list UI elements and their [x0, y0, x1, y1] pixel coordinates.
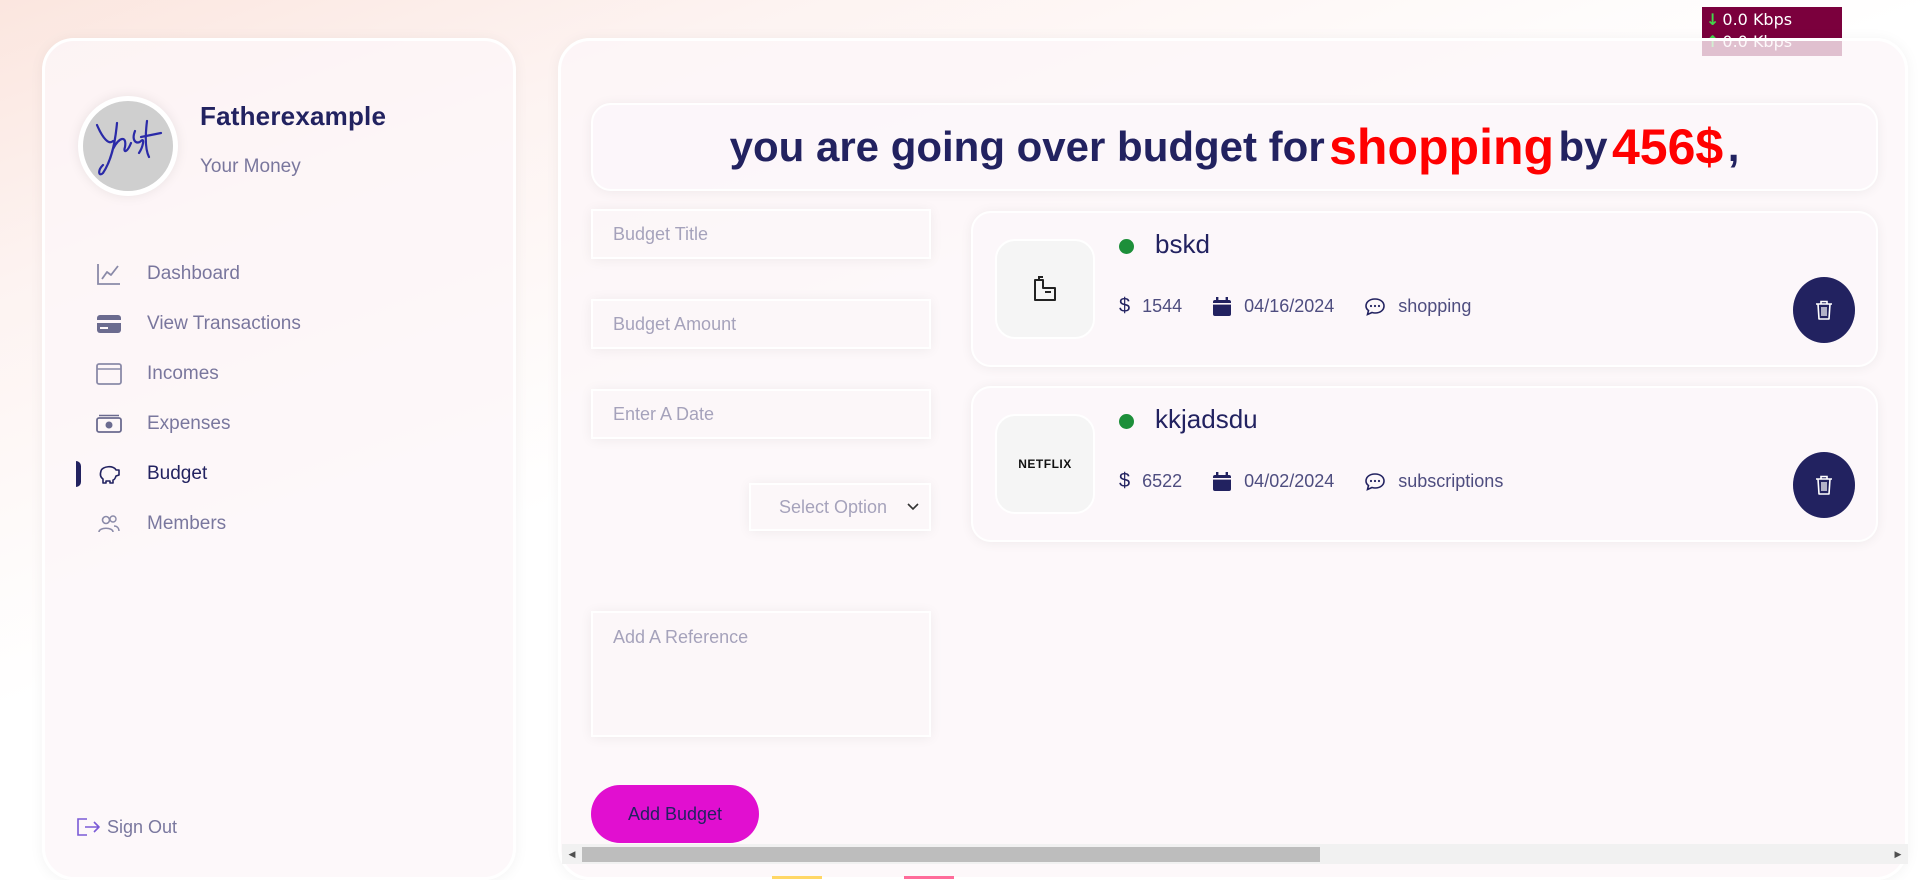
budget-item-category: subscriptions — [1398, 471, 1504, 491]
budget-category-group: subscriptions — [1364, 471, 1503, 492]
budget-item-amount: 1544 — [1142, 296, 1183, 316]
budget-amount-group: $ 6522 — [1119, 470, 1182, 493]
shopping-bag-icon — [995, 239, 1095, 339]
wallet-icon — [95, 360, 123, 388]
reference-textarea[interactable] — [591, 611, 931, 737]
sidebar-item-budget[interactable]: Budget — [45, 449, 513, 499]
status-dot — [1119, 239, 1134, 254]
banner-amount: 456$ — [1612, 119, 1724, 175]
dollar-icon: $ — [1119, 295, 1131, 317]
chevron-down-icon — [907, 503, 919, 511]
banner-middle: by — [1558, 123, 1608, 170]
download-speed: 0.0 Kbps — [1722, 10, 1793, 29]
budget-item-date: 04/16/2024 — [1244, 296, 1335, 316]
budget-amount-group: $ 1544 — [1119, 295, 1182, 318]
budget-date-input[interactable] — [591, 389, 931, 439]
calendar-icon — [1212, 471, 1232, 492]
sidebar-item-label: View Transactions — [147, 313, 301, 334]
sidebar-item-members[interactable]: Members — [45, 499, 513, 549]
avatar — [78, 96, 178, 196]
sidebar-item-incomes[interactable]: Incomes — [45, 349, 513, 399]
trash-icon — [1816, 300, 1832, 320]
sign-out-icon — [77, 818, 100, 836]
sidebar-item-view-transactions[interactable]: View Transactions — [45, 299, 513, 349]
horizontal-scrollbar[interactable]: ◀ ▶ — [562, 844, 1908, 864]
budget-date-group: 04/16/2024 — [1212, 296, 1334, 317]
scroll-left-arrow-icon[interactable]: ◀ — [564, 844, 580, 864]
budget-item-title: bskd — [1155, 229, 1210, 259]
sidebar-item-label: Members — [147, 513, 227, 534]
sign-out-button[interactable]: Sign Out — [75, 816, 177, 838]
category-select[interactable]: Select Option — [749, 483, 931, 531]
category-select-label: Select Option — [778, 496, 887, 517]
banner-category: shopping — [1329, 119, 1555, 175]
budget-item-meta: $ 6522 04/02/2024 subscriptions — [1119, 470, 1533, 493]
delete-budget-button[interactable] — [1793, 277, 1855, 343]
dollar-icon: $ — [1119, 470, 1131, 492]
sign-out-label: Sign Out — [107, 816, 178, 837]
budget-title-input[interactable] — [591, 209, 931, 259]
main-panel: you are going over budget for shopping b… — [558, 38, 1908, 880]
budget-item-amount: 6522 — [1142, 471, 1183, 491]
credit-card-icon — [95, 310, 123, 338]
budget-category-group: shopping — [1364, 296, 1471, 317]
trash-icon — [1816, 475, 1832, 495]
banner-prefix: you are going over budget for — [729, 123, 1325, 170]
chart-line-icon — [95, 260, 123, 288]
download-speed-row: ↓ 0.0 Kbps — [1706, 9, 1838, 31]
banner-suffix: , — [1727, 123, 1740, 170]
sidebar: Fatherexample Your Money Dashboard View … — [42, 38, 516, 880]
profile-subtitle: Your Money — [200, 156, 301, 177]
budget-date-group: 04/02/2024 — [1212, 471, 1334, 492]
sidebar-item-label: Incomes — [147, 363, 219, 384]
comment-icon — [1364, 472, 1386, 492]
budget-item-title: kkjadsdu — [1155, 404, 1258, 434]
status-dot — [1119, 414, 1134, 429]
money-bill-icon — [95, 410, 123, 438]
sidebar-item-label: Budget — [147, 463, 208, 484]
download-arrow-icon: ↓ — [1706, 10, 1720, 29]
profile-text: Fatherexample Your Money — [200, 101, 386, 178]
sidebar-item-dashboard[interactable]: Dashboard — [45, 249, 513, 299]
calendar-icon — [1212, 296, 1232, 317]
legend-swatch — [904, 876, 954, 879]
legend-swatch — [772, 876, 822, 879]
budget-warning-banner: you are going over budget for shopping b… — [591, 103, 1878, 191]
budget-item-meta: $ 1544 04/16/2024 shopping — [1119, 295, 1501, 318]
budget-item-category: shopping — [1398, 296, 1472, 316]
piggy-bank-icon — [95, 460, 123, 488]
comment-icon — [1364, 297, 1386, 317]
signature-image — [95, 119, 163, 176]
profile-name: Fatherexample — [200, 101, 387, 131]
sidebar-item-label: Dashboard — [147, 263, 240, 284]
delete-budget-button[interactable] — [1793, 452, 1855, 518]
scrollbar-thumb[interactable] — [582, 847, 1320, 862]
budget-amount-input[interactable] — [591, 299, 931, 349]
sidebar-item-expenses[interactable]: Expenses — [45, 399, 513, 449]
sidebar-nav: Dashboard View Transactions Incomes Expe… — [45, 249, 513, 549]
sidebar-item-label: Expenses — [147, 413, 231, 434]
budget-item-date: 04/02/2024 — [1244, 471, 1335, 491]
budget-item: NETFLIX kkjadsdu $ 6522 04/02/2024 subsc… — [971, 386, 1878, 542]
legend-peek — [772, 873, 954, 880]
add-budget-button[interactable]: Add Budget — [591, 785, 759, 843]
users-icon — [95, 510, 123, 538]
budget-item: bskd $ 1544 04/16/2024 shopping — [971, 211, 1878, 367]
netflix-icon: NETFLIX — [995, 414, 1095, 514]
profile: Fatherexample Your Money — [78, 96, 386, 196]
netflix-logo-text: NETFLIX — [1018, 457, 1072, 471]
scroll-right-arrow-icon[interactable]: ▶ — [1890, 844, 1906, 864]
